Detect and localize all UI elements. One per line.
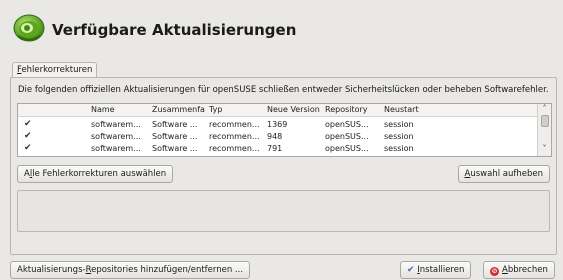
column-header-restart[interactable]: Neustart (384, 105, 419, 114)
details-area (17, 190, 550, 232)
dialog-header: Verfügbare Aktualisierungen (12, 6, 552, 46)
button-label-post: epositories hinzufügen/entfernen ... (91, 265, 244, 275)
cell-name: softwarem... (91, 144, 141, 153)
select-all-button[interactable]: Alle Fehlerkorrekturen auswählen (17, 165, 174, 183)
table-row[interactable]: ✔ softwarem... Software ... recommen... … (18, 143, 538, 155)
tab-fehlerkorrekturen[interactable]: Fehlerkorrekturen (12, 62, 98, 77)
chevron-down-icon[interactable]: ˅ (538, 144, 551, 154)
description-text: Die folgenden offiziellen Aktualisierung… (18, 85, 549, 95)
table-row[interactable]: ✔ softwarem... Software ... recommen... … (18, 119, 538, 131)
checkmark-icon[interactable]: ✔ (24, 132, 34, 141)
clear-selection-button[interactable]: Auswahl aufheben (457, 165, 550, 183)
checkmark-icon[interactable]: ✔ (24, 120, 34, 129)
cell-name: softwarem... (91, 120, 141, 129)
install-button[interactable]: ✔ Installieren (400, 261, 472, 279)
button-label-post: bbrechen (507, 265, 548, 275)
cell-summary: Software ... (152, 132, 198, 141)
button-label-post: nstallieren (419, 265, 465, 275)
button-label-post: uswahl aufheben (470, 169, 543, 179)
cancel-button[interactable]: ⊘ Abbrechen (483, 261, 555, 279)
column-header-type[interactable]: Typ (209, 105, 222, 114)
cell-restart: session (384, 144, 414, 153)
cell-version: 791 (267, 144, 283, 153)
vertical-scrollbar[interactable]: ˄ ˅ (537, 104, 551, 156)
chevron-up-icon[interactable]: ˄ (538, 104, 551, 114)
column-header-name[interactable]: Name (91, 105, 115, 114)
cell-type: recommen... (209, 120, 260, 129)
column-header-repository[interactable]: Repository (325, 105, 368, 114)
cell-type: recommen... (209, 144, 260, 153)
tab-label: ehlerkorrekturen (21, 65, 93, 75)
cell-restart: session (384, 120, 414, 129)
column-header-version[interactable]: Neue Version (267, 105, 320, 114)
cell-repository: openSUS... (325, 144, 369, 153)
button-label-post: le Fehlerkorrekturen auswählen (32, 169, 167, 179)
opensuse-logo-icon (13, 14, 45, 42)
table-row[interactable]: ✔ softwarem... Software ... recommen... … (18, 131, 538, 143)
scrollbar-thumb[interactable] (541, 115, 549, 127)
cell-repository: openSUS... (325, 132, 369, 141)
cell-type: recommen... (209, 132, 260, 141)
checkmark-icon: ✔ (407, 265, 415, 275)
cell-summary: Software ... (152, 144, 198, 153)
button-label-pre: Aktualisierungs- (17, 265, 86, 275)
tab-panel: Die folgenden offiziellen Aktualisierung… (10, 77, 557, 255)
manage-repositories-button[interactable]: Aktualisierungs-Repositories hinzufügen/… (10, 261, 251, 279)
cell-restart: session (384, 132, 414, 141)
checkmark-icon[interactable]: ✔ (24, 144, 34, 153)
column-header-summary[interactable]: Zusammenfa (152, 105, 205, 114)
cell-version: 948 (267, 132, 283, 141)
cell-summary: Software ... (152, 120, 198, 129)
cell-repository: openSUS... (325, 120, 369, 129)
list-header: Name Zusammenfa Typ Neue Version Reposit… (18, 104, 538, 117)
updates-list[interactable]: Name Zusammenfa Typ Neue Version Reposit… (17, 103, 552, 157)
cell-name: softwarem... (91, 132, 141, 141)
cancel-icon: ⊘ (490, 267, 499, 276)
page-title: Verfügbare Aktualisierungen (52, 21, 297, 39)
cell-version: 1369 (267, 120, 288, 129)
